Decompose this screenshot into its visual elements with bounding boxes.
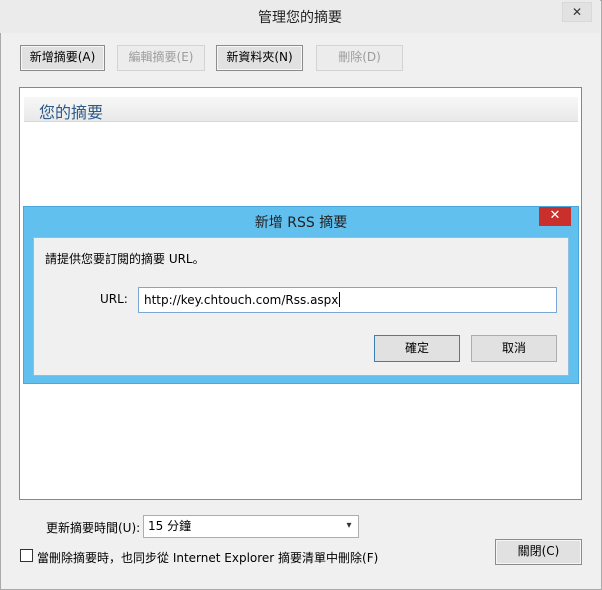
dialog-title: 新增 RSS 摘要: [254, 215, 348, 231]
ok-button[interactable]: 確定: [374, 335, 460, 362]
new-feed-button[interactable]: 新增摘要(A): [20, 45, 105, 71]
new-folder-button[interactable]: 新資料夾(N): [216, 45, 303, 71]
dialog-close-button[interactable]: ✕: [539, 207, 571, 226]
url-label: URL:: [100, 292, 128, 306]
url-input[interactable]: http://key.chtouch.com/Rss.aspx: [138, 287, 557, 313]
dialog-prompt: 請提供您要訂閱的摘要 URL。: [45, 252, 205, 266]
update-interval-label: 更新摘要時間(U):: [46, 521, 141, 535]
feeds-list-header: [24, 97, 578, 122]
update-interval-select[interactable]: 15 分鐘: [143, 515, 359, 538]
sync-delete-label[interactable]: 當刪除摘要時，也同步從 Internet Explorer 摘要清單中刪除(F): [37, 549, 378, 566]
close-icon: ✕: [571, 5, 583, 19]
url-input-value: http://key.chtouch.com/Rss.aspx: [144, 293, 339, 307]
chevron-down-icon[interactable]: ▾: [343, 520, 355, 532]
close-button[interactable]: 關閉(C): [495, 539, 582, 565]
delete-button: 刪除(D): [316, 45, 403, 71]
text-caret: [339, 292, 341, 307]
close-icon: ✕: [549, 208, 561, 223]
cancel-button[interactable]: 取消: [471, 335, 557, 362]
window-title: 管理您的摘要: [258, 10, 342, 26]
window-close-button[interactable]: ✕: [562, 2, 592, 22]
edit-feed-button: 編輯摘要(E): [117, 45, 205, 71]
feeds-list-header-label: 您的摘要: [39, 103, 104, 122]
sync-delete-checkbox[interactable]: [20, 549, 33, 562]
